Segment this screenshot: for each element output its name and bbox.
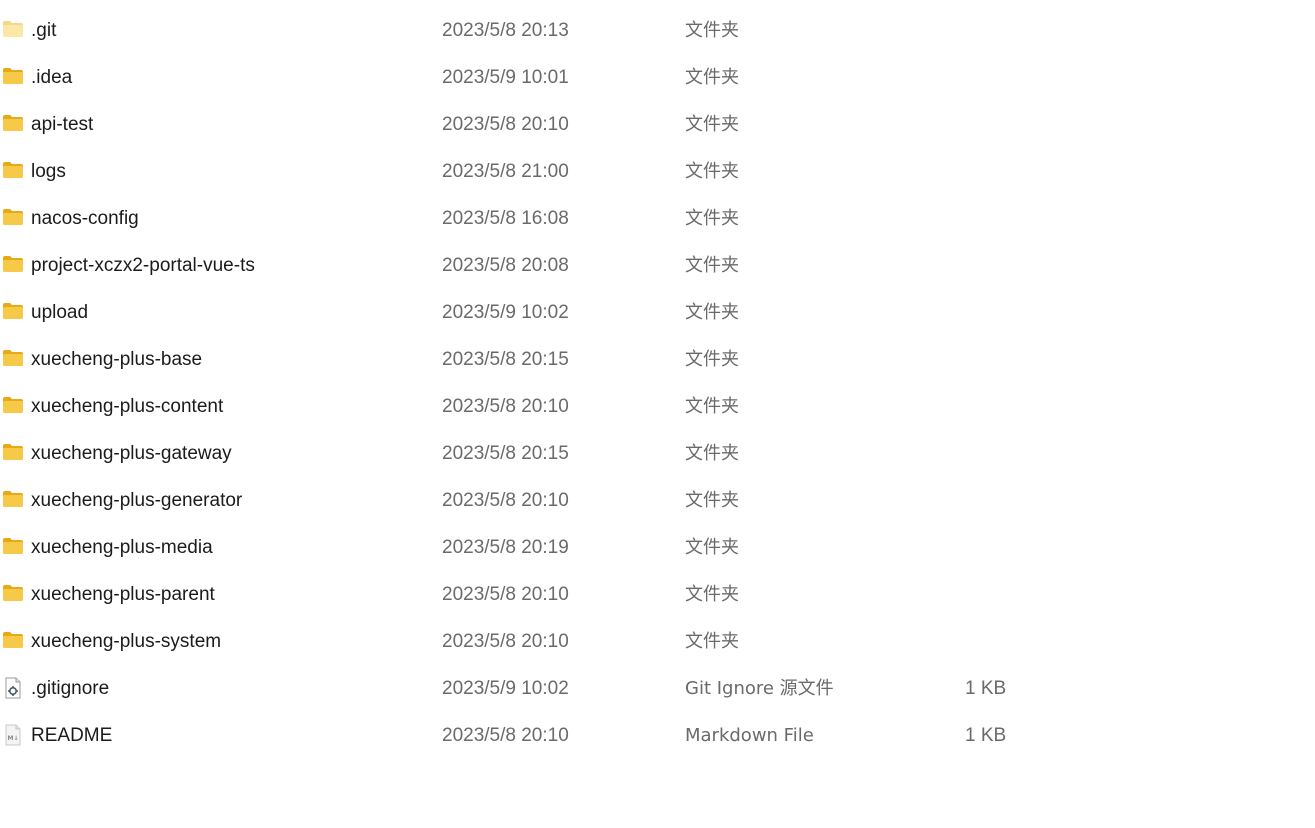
file-type: 文件夹	[685, 67, 739, 88]
folder-icon	[2, 349, 24, 369]
file-name: .git	[31, 20, 57, 41]
folder-icon	[2, 67, 24, 87]
file-date-modified: 2023/5/8 20:10	[442, 725, 569, 746]
file-type: 文件夹	[685, 396, 739, 417]
file-name: project-xczx2-portal-vue-ts	[31, 255, 255, 276]
file-type: Git Ignore 源文件	[685, 678, 834, 699]
file-name: xuecheng-plus-content	[31, 396, 224, 417]
folder-icon	[2, 161, 24, 181]
file-type: 文件夹	[685, 161, 739, 182]
file-date-modified: 2023/5/8 16:08	[442, 208, 569, 229]
folder-icon	[2, 631, 24, 651]
file-name: api-test	[31, 114, 94, 135]
file-row[interactable]: .idea 2023/5/9 10:01 文件夹	[0, 54, 1315, 101]
file-row[interactable]: project-xczx2-portal-vue-ts 2023/5/8 20:…	[0, 242, 1315, 289]
file-date-modified: 2023/5/9 10:02	[442, 302, 569, 323]
folder-icon	[2, 490, 24, 510]
file-date-modified: 2023/5/8 20:10	[442, 114, 569, 135]
file-date-modified: 2023/5/8 20:10	[442, 584, 569, 605]
file-type: 文件夹	[685, 584, 739, 605]
file-date-modified: 2023/5/8 20:10	[442, 490, 569, 511]
file-type: 文件夹	[685, 537, 739, 558]
file-size: 1 KB	[965, 725, 1007, 746]
file-type: 文件夹	[685, 349, 739, 370]
file-type: 文件夹	[685, 490, 739, 511]
folder-icon	[2, 443, 24, 463]
folder-icon	[2, 114, 24, 134]
file-row[interactable]: nacos-config 2023/5/8 16:08 文件夹	[0, 195, 1315, 242]
file-row[interactable]: .gitignore 2023/5/9 10:02 Git Ignore 源文件…	[0, 665, 1315, 712]
file-type: 文件夹	[685, 443, 739, 464]
file-date-modified: 2023/5/9 10:02	[442, 678, 569, 699]
file-date-modified: 2023/5/9 10:01	[442, 67, 569, 88]
folder-icon	[2, 255, 24, 275]
file-row[interactable]: xuecheng-plus-content 2023/5/8 20:10 文件夹	[0, 383, 1315, 430]
file-name: nacos-config	[31, 208, 139, 229]
file-type: 文件夹	[685, 255, 739, 276]
file-name: .gitignore	[31, 678, 110, 699]
file-row[interactable]: xuecheng-plus-media 2023/5/8 20:19 文件夹	[0, 524, 1315, 571]
file-type: 文件夹	[685, 302, 739, 323]
file-type: 文件夹	[685, 114, 739, 135]
svg-text:M↓: M↓	[8, 735, 19, 742]
file-row[interactable]: xuecheng-plus-base 2023/5/8 20:15 文件夹	[0, 336, 1315, 383]
file-name: .idea	[31, 67, 73, 88]
file-date-modified: 2023/5/8 20:15	[442, 443, 569, 464]
file-row[interactable]: upload 2023/5/9 10:02 文件夹	[0, 289, 1315, 336]
file-date-modified: 2023/5/8 20:10	[442, 396, 569, 417]
file-row[interactable]: M↓ README 2023/5/8 20:10 Markdown File 1…	[0, 712, 1315, 759]
file-date-modified: 2023/5/8 20:08	[442, 255, 569, 276]
file-date-modified: 2023/5/8 20:10	[442, 631, 569, 652]
file-type: 文件夹	[685, 20, 739, 41]
file-name: logs	[31, 161, 66, 182]
folder-icon	[2, 584, 24, 604]
file-name: README	[31, 725, 113, 746]
file-date-modified: 2023/5/8 20:15	[442, 349, 569, 370]
file-name: xuecheng-plus-base	[31, 349, 203, 370]
settings-file-icon	[2, 677, 24, 699]
file-date-modified: 2023/5/8 20:13	[442, 20, 569, 41]
folder-hidden-icon	[2, 20, 24, 40]
file-type: 文件夹	[685, 631, 739, 652]
file-type: 文件夹	[685, 208, 739, 229]
file-name: xuecheng-plus-media	[31, 537, 213, 558]
markdown-file-icon: M↓	[2, 724, 24, 746]
folder-icon	[2, 208, 24, 228]
file-date-modified: 2023/5/8 20:19	[442, 537, 569, 558]
file-name: xuecheng-plus-system	[31, 631, 222, 652]
file-row[interactable]: xuecheng-plus-system 2023/5/8 20:10 文件夹	[0, 618, 1315, 665]
file-row[interactable]: .git 2023/5/8 20:13 文件夹	[0, 7, 1315, 54]
file-name: upload	[31, 302, 89, 323]
file-size: 1 KB	[965, 678, 1007, 699]
file-row[interactable]: xuecheng-plus-generator 2023/5/8 20:10 文…	[0, 477, 1315, 524]
folder-icon	[2, 302, 24, 322]
folder-icon	[2, 396, 24, 416]
folder-icon	[2, 537, 24, 557]
file-type: Markdown File	[685, 725, 814, 746]
file-list: .git 2023/5/8 20:13 文件夹 .idea 2023/5/9 1…	[0, 7, 1315, 759]
file-row[interactable]: xuecheng-plus-parent 2023/5/8 20:10 文件夹	[0, 571, 1315, 618]
file-name: xuecheng-plus-gateway	[31, 443, 232, 464]
file-row[interactable]: api-test 2023/5/8 20:10 文件夹	[0, 101, 1315, 148]
file-name: xuecheng-plus-generator	[31, 490, 243, 511]
file-name: xuecheng-plus-parent	[31, 584, 215, 605]
file-date-modified: 2023/5/8 21:00	[442, 161, 569, 182]
file-row[interactable]: xuecheng-plus-gateway 2023/5/8 20:15 文件夹	[0, 430, 1315, 477]
file-row[interactable]: logs 2023/5/8 21:00 文件夹	[0, 148, 1315, 195]
